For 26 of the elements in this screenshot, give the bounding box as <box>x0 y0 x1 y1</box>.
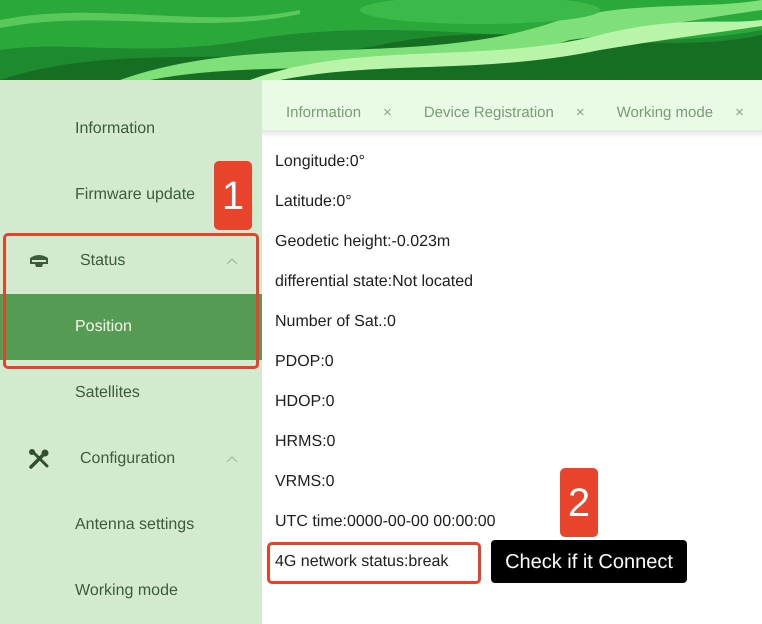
callout-label: Check if it Connect <box>491 540 687 583</box>
menu-group[interactable]: Status <box>0 228 262 294</box>
chevron-icon <box>226 257 238 265</box>
step-badge: 1 <box>214 161 252 230</box>
menu-item[interactable]: Antenna settings <box>75 513 194 537</box>
status-text: 4G network status:break <box>275 552 448 572</box>
status-text: Geodetic height:-0.023m <box>275 232 450 252</box>
tools-icon <box>28 448 50 470</box>
status-text: HRMS:0 <box>275 432 336 452</box>
status-text: Latitude:0° <box>275 192 352 212</box>
status-text: VRMS:0 <box>275 472 335 492</box>
device-icon <box>28 253 50 269</box>
status-text: HDOP:0 <box>275 392 335 412</box>
menu-group[interactable]: Configuration <box>0 426 262 492</box>
step-badge: 2 <box>560 468 598 537</box>
menu-item[interactable]: Position <box>75 315 132 339</box>
menu-item[interactable]: Information <box>75 117 156 141</box>
status-text: Number of Sat.:0 <box>275 312 396 332</box>
status-text: differential state:Not located <box>275 272 474 292</box>
status-text: Longitude:0° <box>275 152 366 172</box>
status-text: PDOP:0 <box>275 352 334 372</box>
menu-item[interactable]: Working mode <box>75 579 178 603</box>
chevron-icon <box>226 455 238 463</box>
menu-item[interactable]: Firmware update <box>75 183 196 207</box>
status-text: UTC time:0000-00-00 00:00:00 <box>275 512 496 532</box>
menu-item[interactable]: Satellites <box>75 381 140 405</box>
